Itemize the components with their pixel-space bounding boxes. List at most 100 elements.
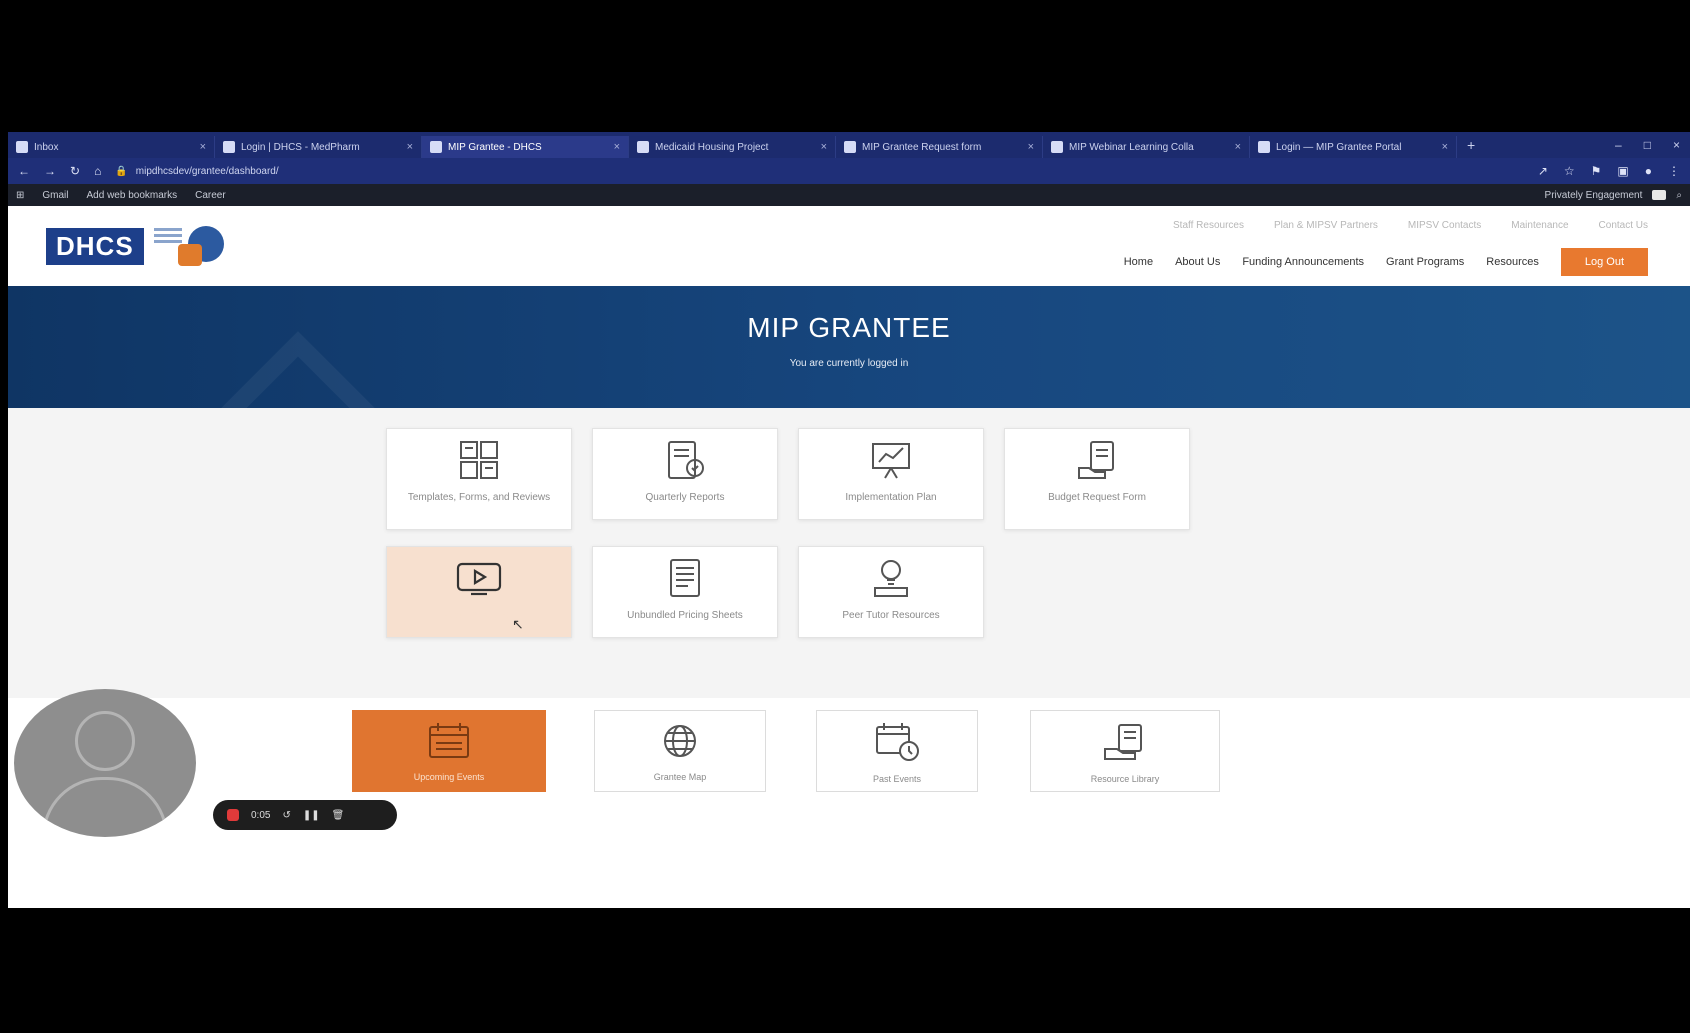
search-icon[interactable]: ⌕	[1676, 190, 1682, 201]
new-tab-button[interactable]: +	[1457, 137, 1485, 153]
star-icon[interactable]: ☆	[1564, 164, 1575, 178]
bookmark-career[interactable]: Career	[195, 190, 226, 201]
card-unbundled-pricing[interactable]: Unbundled Pricing Sheets	[592, 546, 778, 638]
tab-bar: Inbox × Login | DHCS - MedPharm × MIP Gran…	[8, 132, 1690, 158]
favicon-icon	[844, 141, 856, 153]
card-quarterly-reports[interactable]: Quarterly Reports	[592, 428, 778, 520]
page-title: MIP GRANTEE	[747, 312, 951, 343]
util-nav-maintenance[interactable]: Maintenance	[1511, 220, 1568, 231]
logo-text: DHCS	[46, 227, 144, 265]
utility-nav: Staff Resources Plan & MIPSV Partners MI…	[1173, 220, 1648, 231]
maximize-icon[interactable]: □	[1644, 138, 1651, 152]
mouse-cursor-icon: ↖	[512, 616, 524, 632]
tab-mip-grantee[interactable]: MIP Grantee - DHCS ×	[422, 136, 629, 158]
nav-home[interactable]: Home	[1124, 256, 1153, 268]
card-upcoming-events[interactable]: Upcoming Events	[352, 710, 546, 792]
favicon-icon	[1051, 141, 1063, 153]
card-implementation-plan[interactable]: Implementation Plan	[798, 428, 984, 520]
close-icon[interactable]: ×	[200, 141, 206, 153]
close-window-icon[interactable]: ×	[1673, 138, 1680, 152]
back-icon[interactable]: ←	[18, 164, 30, 178]
delete-icon[interactable]: 🗑	[332, 810, 345, 821]
recording-time: 0:05	[251, 809, 271, 821]
restart-icon[interactable]: ↺	[282, 810, 290, 821]
card-label: Quarterly Reports	[645, 492, 725, 503]
card-resource-library[interactable]: Resource Library	[1030, 710, 1220, 792]
close-icon[interactable]: ×	[1028, 141, 1034, 153]
minimize-icon[interactable]: –	[1615, 138, 1622, 152]
card-label: Upcoming Events	[413, 772, 485, 782]
share-icon[interactable]: ↗	[1538, 164, 1548, 178]
nav-funding[interactable]: Funding Announcements	[1242, 256, 1364, 268]
url-field[interactable]: 🔒 mipdhcsdev/grantee/dashboard/	[115, 166, 278, 177]
login-status: You are currently logged in	[789, 358, 909, 369]
card-label: Implementation Plan	[845, 492, 937, 503]
menu-icon[interactable]: ⋮	[1668, 164, 1680, 178]
nav-resources[interactable]: Resources	[1486, 256, 1539, 268]
recording-controls: 0:05 ↺ ❚❚ 🗑	[213, 800, 397, 830]
pause-icon[interactable]: ❚❚	[303, 810, 320, 821]
nav-grant-programs[interactable]: Grant Programs	[1386, 256, 1464, 268]
bookmarks-bar: ⊞ Gmail Add web bookmarks Career Private…	[8, 184, 1690, 206]
lock-icon: 🔒	[115, 165, 128, 177]
window-controls: – □ ×	[1615, 138, 1690, 152]
nav-about[interactable]: About Us	[1175, 256, 1220, 268]
card-label: Budget Request Form	[1048, 492, 1146, 503]
util-nav-contacts[interactable]: MIPSV Contacts	[1408, 220, 1481, 231]
toggle-icon[interactable]	[1652, 190, 1667, 200]
util-nav-staff[interactable]: Staff Resources	[1173, 220, 1244, 231]
lightbulb-icon	[865, 555, 917, 601]
presentation-icon	[865, 437, 917, 483]
close-icon[interactable]: ×	[407, 141, 413, 153]
card-templates-forms[interactable]: Templates, Forms, and Reviews	[386, 428, 572, 530]
favicon-icon	[430, 141, 442, 153]
tab-request-form[interactable]: MIP Grantee Request form ×	[836, 136, 1043, 158]
logout-button[interactable]: Log Out	[1560, 248, 1648, 276]
close-icon[interactable]: ×	[614, 141, 620, 153]
card-label: Grantee Map	[653, 772, 707, 782]
card-label: Past Events	[872, 774, 922, 784]
close-icon[interactable]: ×	[1442, 141, 1448, 153]
bookmark-add[interactable]: Add web bookmarks	[87, 190, 178, 201]
home-icon[interactable]: ⌂	[94, 164, 101, 178]
bookmarks-right: Privately Engagement ⌕	[1544, 189, 1682, 201]
util-nav-contact-us[interactable]: Contact Us	[1599, 220, 1648, 231]
browser-window: Inbox × Login | DHCS - MedPharm × MIP Gran…	[8, 132, 1690, 908]
forward-icon[interactable]: →	[44, 164, 56, 178]
hero-banner: MIP GRANTEE You are currently logged in	[8, 286, 1690, 408]
tab-webinar[interactable]: MIP Webinar Learning Colla ×	[1043, 136, 1250, 158]
profile-icon[interactable]: ●	[1645, 164, 1652, 178]
util-nav-partners[interactable]: Plan & MIPSV Partners	[1274, 220, 1378, 231]
close-icon[interactable]: ×	[1235, 141, 1241, 153]
webcam-avatar-icon	[14, 689, 196, 837]
card-webinar-videos[interactable]: Webinar Videos	[386, 546, 572, 638]
close-icon[interactable]: ×	[821, 141, 827, 153]
extension-icon[interactable]: ⚑	[1591, 164, 1602, 178]
tab-inbox[interactable]: Inbox ×	[8, 136, 215, 158]
favicon-icon	[1258, 141, 1270, 153]
card-label: Unbundled Pricing Sheets	[627, 610, 743, 621]
library-icon	[1101, 721, 1149, 768]
site-logo[interactable]: DHCS	[46, 222, 232, 270]
card-past-events[interactable]: Past Events	[816, 710, 978, 792]
stop-record-icon[interactable]	[227, 809, 239, 821]
reload-icon[interactable]: ↻	[70, 164, 80, 178]
tab-grantee-portal[interactable]: Login — MIP Grantee Portal ×	[1250, 136, 1457, 158]
forms-icon	[453, 437, 505, 483]
card-label: Resource Library	[1090, 774, 1160, 784]
card-peer-tutor[interactable]: Peer Tutor Resources	[798, 546, 984, 638]
bookmark-gmail[interactable]: Gmail	[42, 190, 68, 201]
sidebar-icon[interactable]: ▣	[1617, 164, 1628, 178]
card-grantee-map[interactable]: Grantee Map	[594, 710, 766, 792]
document-icon	[659, 555, 711, 601]
favicon-icon	[16, 141, 28, 153]
main-nav: Home About Us Funding Announcements Gran…	[1124, 248, 1648, 276]
apps-icon[interactable]: ⊞	[16, 190, 24, 201]
address-bar: ← → ↻ ⌂ 🔒 mipdhcsdev/grantee/dashboard/ …	[8, 158, 1690, 184]
card-budget-request[interactable]: Budget Request Form	[1004, 428, 1190, 530]
tab-housing[interactable]: Medicaid Housing Project ×	[629, 136, 836, 158]
video-icon	[453, 555, 505, 601]
tab-login[interactable]: Login | DHCS - MedPharm ×	[215, 136, 422, 158]
favicon-icon	[223, 141, 235, 153]
site-header: DHCS Staff Resources Plan & MIPSV Partne…	[8, 206, 1690, 286]
